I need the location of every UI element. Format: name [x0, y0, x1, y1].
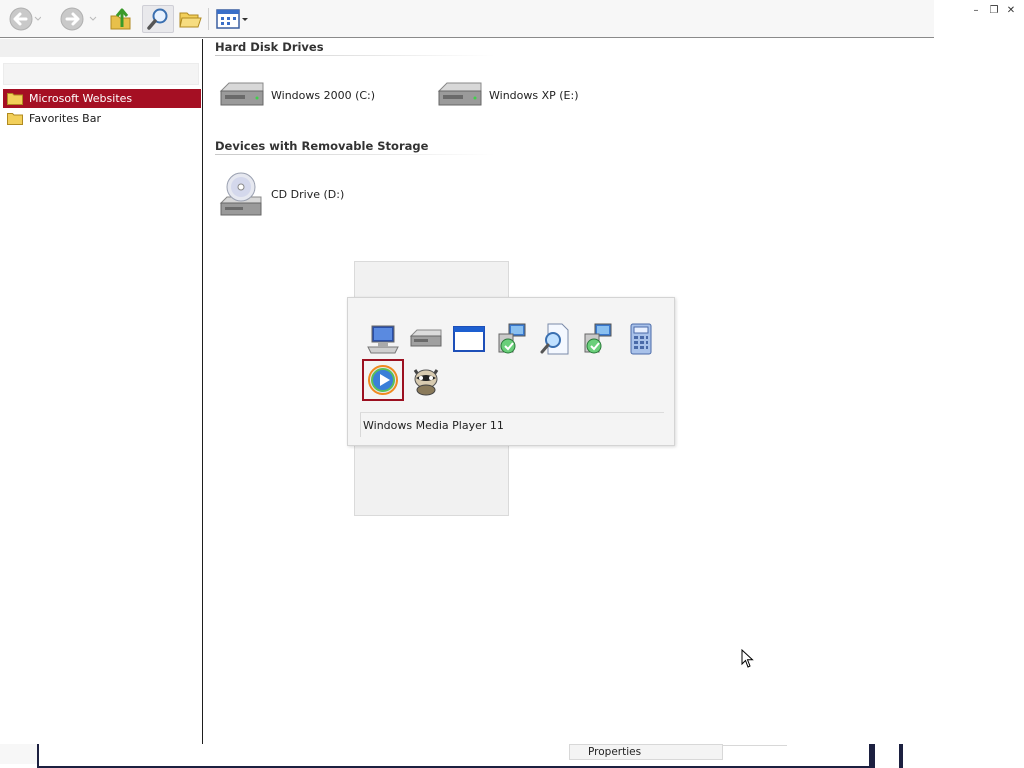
switcher-label-box: Windows Media Player 11: [360, 413, 664, 437]
folder-icon: [7, 113, 23, 125]
favorites-pane: Microsoft Websites Favorites Bar: [0, 39, 203, 744]
favorites-item-label: Favorites Bar: [29, 112, 101, 125]
search-icon: [147, 8, 168, 30]
mouse-cursor-icon: [741, 649, 754, 668]
views-button[interactable]: [214, 5, 250, 33]
taskbar-edge: [899, 744, 903, 768]
window-icon: [453, 326, 485, 352]
properties-button[interactable]: Properties: [569, 744, 723, 760]
restore-icon: ❐: [989, 4, 999, 16]
windows-media-player-icon: [368, 365, 398, 395]
network-setup-icon: [584, 323, 612, 354]
cd-drive-icon: [219, 172, 262, 216]
drive-windows-2000[interactable]: Windows 2000 (C:): [217, 79, 375, 111]
minimize-button[interactable]: –: [968, 3, 984, 17]
app-raccoon[interactable]: [405, 359, 447, 401]
up-folder-icon: [110, 8, 131, 30]
app-drive[interactable]: [405, 318, 447, 360]
folder-icon: [7, 93, 23, 105]
favorites-item-label: Microsoft Websites: [29, 92, 133, 105]
calculator-icon: [630, 323, 652, 355]
close-button[interactable]: ✕: [1003, 3, 1019, 17]
drive-label: CD Drive (D:): [271, 187, 345, 201]
forward-arrow-icon: [60, 7, 97, 31]
taskbar: [37, 744, 875, 768]
selected-app-name: Windows Media Player 11: [363, 418, 504, 432]
folders-icon: [179, 12, 202, 28]
restore-button[interactable]: ❐: [986, 3, 1002, 17]
forward-button[interactable]: [58, 5, 98, 33]
hard-drive-icon: [437, 82, 482, 106]
views-icon: [216, 9, 248, 29]
favorites-pane-header: [0, 39, 160, 57]
toolbar: [0, 0, 934, 38]
back-button[interactable]: [6, 5, 42, 33]
back-arrow-icon: [9, 7, 41, 31]
folders-button[interactable]: [176, 5, 204, 33]
app-window[interactable]: [448, 318, 490, 360]
drive-windows-xp[interactable]: Windows XP (E:): [435, 79, 579, 111]
favorites-item-microsoft-websites[interactable]: Microsoft Websites: [3, 89, 201, 108]
app-calculator[interactable]: [620, 318, 662, 360]
search-document-icon: [540, 323, 569, 355]
favorites-filter-field[interactable]: [3, 63, 199, 85]
window-caption: – ❐ ✕: [934, 0, 1024, 38]
raccoon-icon: [413, 369, 439, 396]
drive-cd[interactable]: CD Drive (D:): [217, 169, 344, 219]
app-search-document[interactable]: [534, 318, 576, 360]
toolbar-separator: [208, 8, 209, 30]
my-computer-icon: [367, 325, 399, 354]
group-title-removable-storage: Devices with Removable Storage: [215, 139, 429, 153]
hard-drive-icon: [219, 82, 264, 106]
group-title-hard-disk-drives: Hard Disk Drives: [215, 40, 324, 54]
app-windows-media-player[interactable]: [362, 359, 404, 401]
drive-label: Windows XP (E:): [489, 88, 579, 102]
app-network-setup-1[interactable]: [491, 318, 533, 360]
group-divider: [215, 154, 495, 155]
properties-label: Properties: [588, 746, 642, 758]
group-divider: [215, 55, 495, 56]
minimize-icon: –: [973, 4, 979, 16]
drive-icon: [409, 329, 442, 347]
app-my-computer[interactable]: [362, 318, 404, 360]
up-button[interactable]: [106, 5, 136, 33]
drive-label: Windows 2000 (C:): [271, 88, 376, 102]
network-setup-icon: [498, 323, 526, 354]
favorites-item-favorites-bar[interactable]: Favorites Bar: [3, 109, 201, 128]
app-switcher: Windows Media Player 11: [347, 297, 675, 446]
close-icon: ✕: [1006, 4, 1016, 16]
properties-divider: [723, 745, 787, 746]
app-network-setup-2[interactable]: [577, 318, 619, 360]
taskbar-area: Properties: [0, 744, 1024, 768]
search-button[interactable]: [142, 5, 174, 33]
